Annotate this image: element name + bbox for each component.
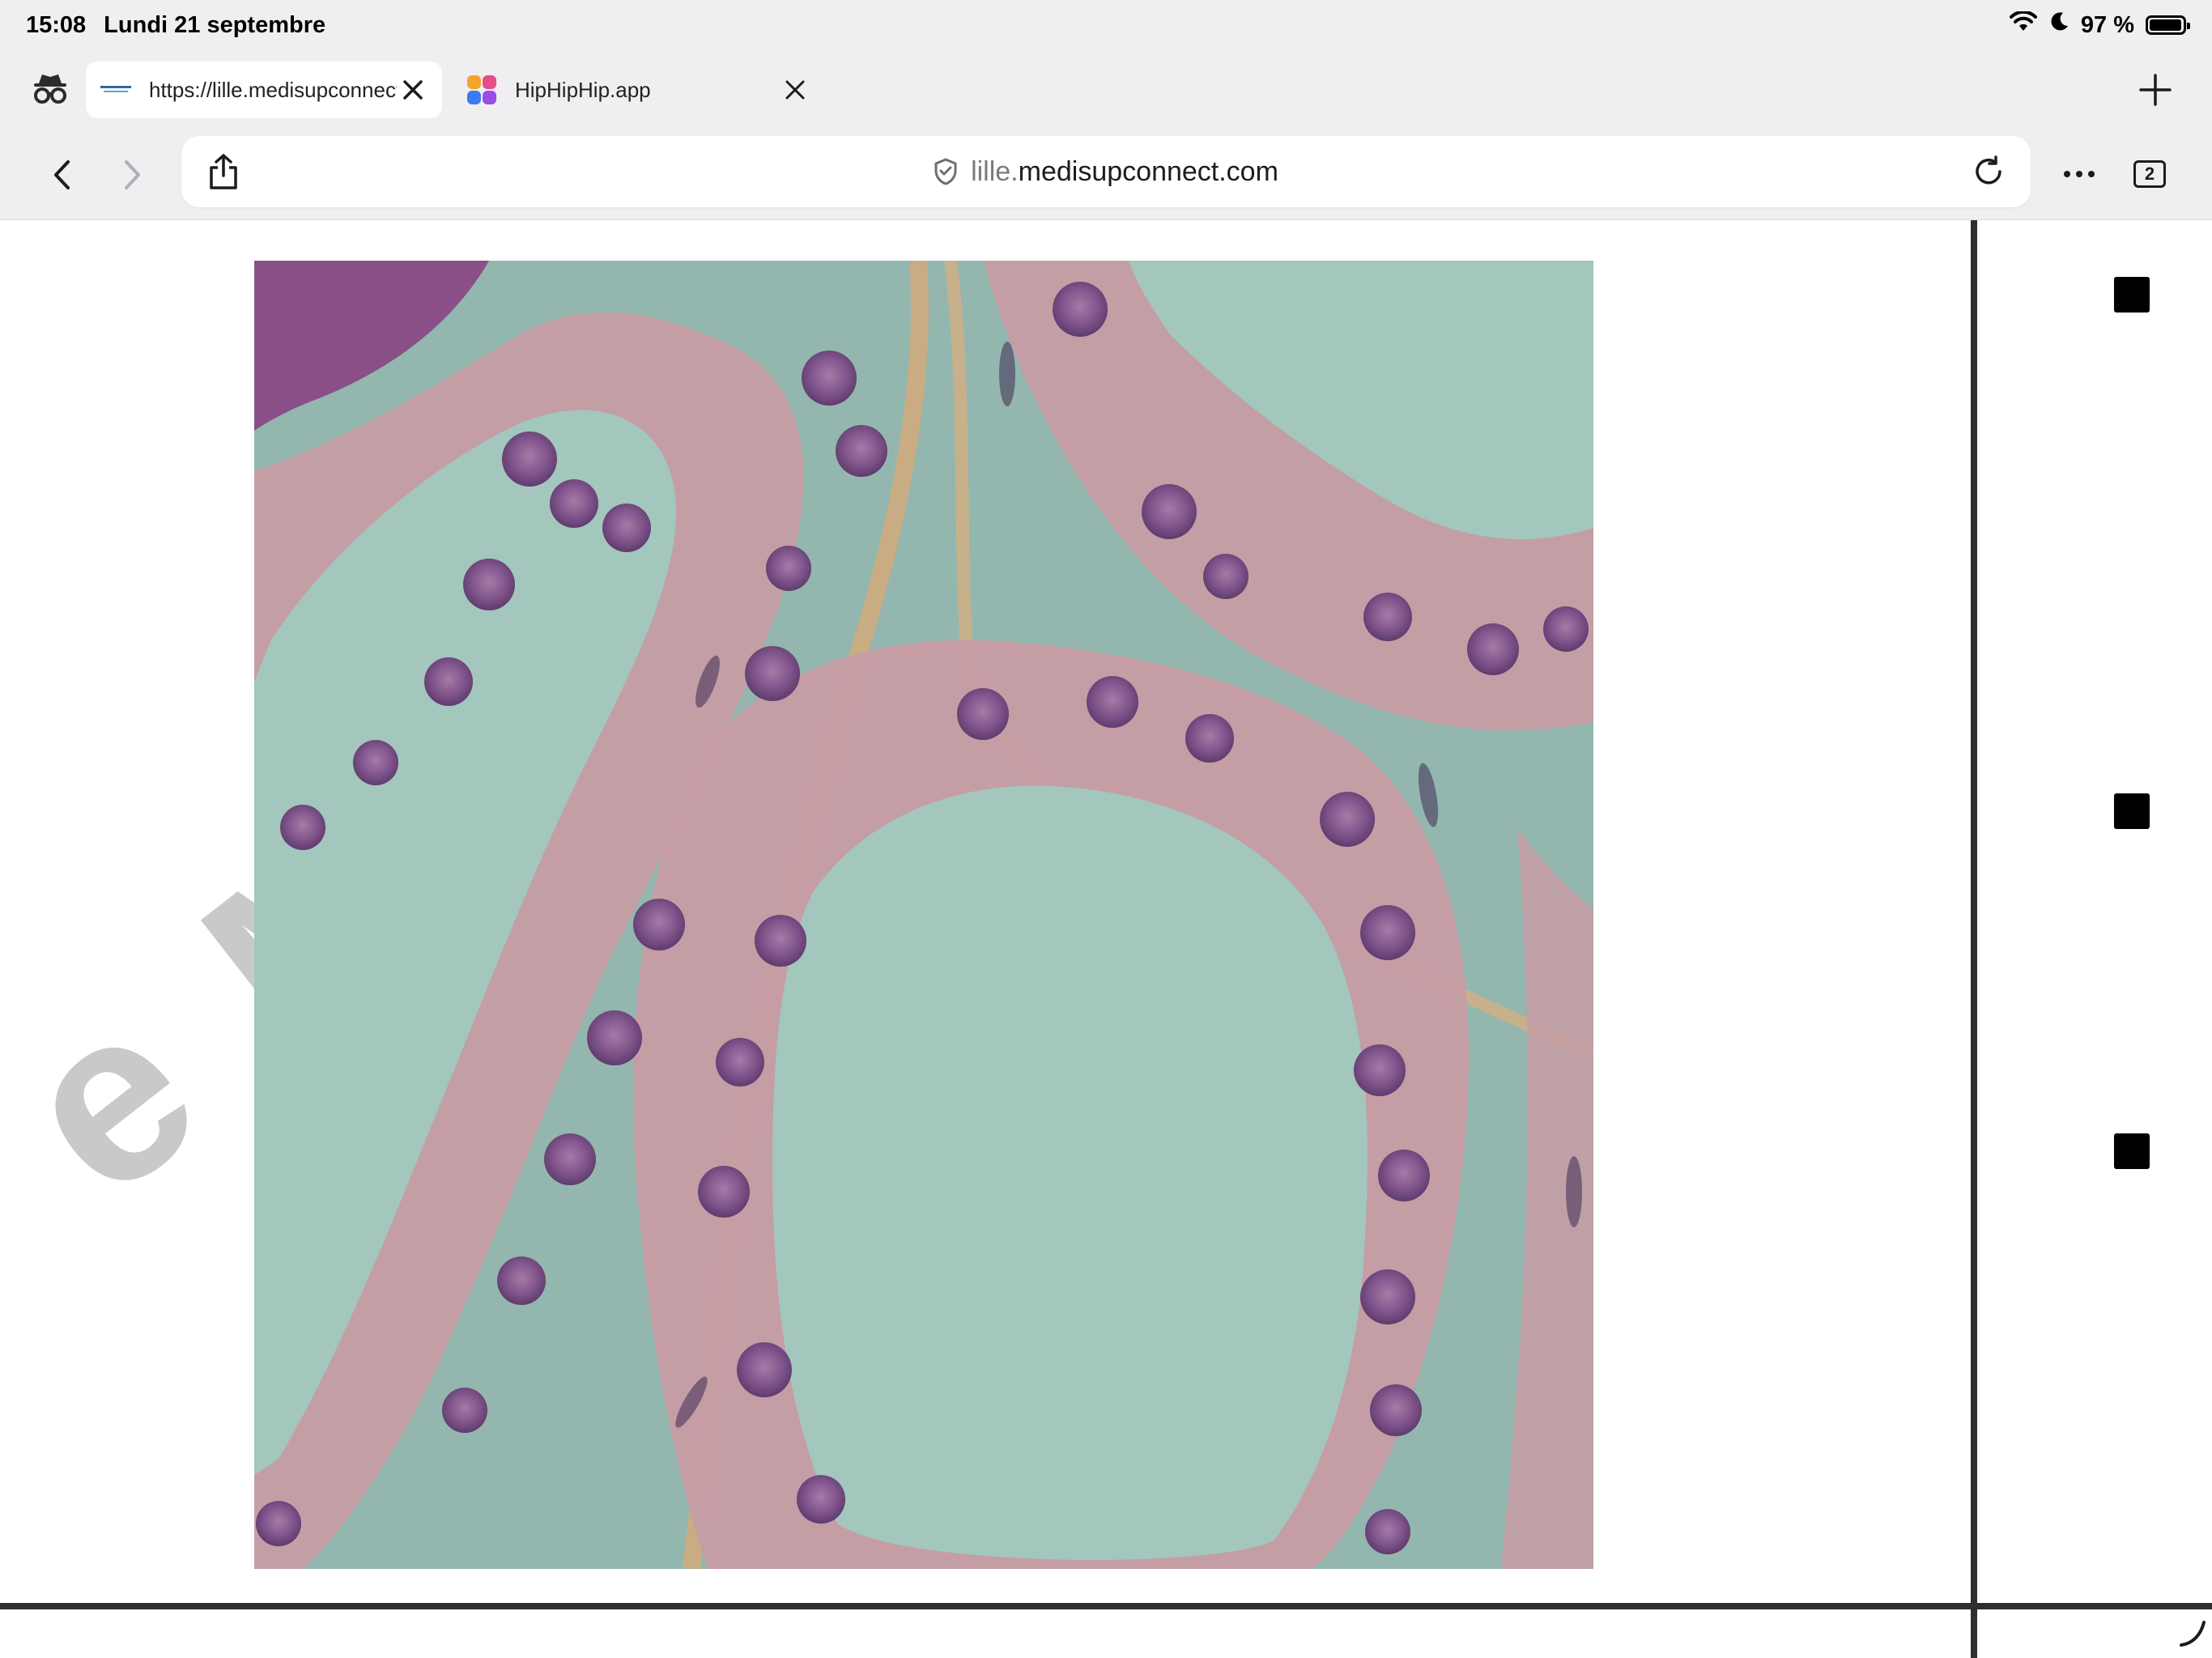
chevron-left-icon (54, 159, 70, 189)
ellipsis-icon (2064, 171, 2095, 177)
moon-icon (2048, 11, 2069, 39)
chevron-right-icon (125, 159, 140, 189)
status-date: Lundi 21 septembre (104, 11, 326, 38)
share-icon (210, 154, 237, 189)
histology-image (254, 261, 1593, 1569)
incognito-icon (32, 72, 68, 108)
tab-overview-button[interactable]: 2 (2121, 146, 2178, 202)
horizontal-divider (0, 1603, 2212, 1609)
battery-icon (2146, 15, 2190, 35)
status-right: 97 % (2009, 10, 2190, 39)
reload-icon (1976, 155, 2001, 185)
resize-handle-icon (2180, 1621, 2206, 1647)
shield-icon (934, 158, 957, 185)
url-subdomain: lille. (971, 155, 1019, 187)
page-content: e M (0, 220, 2212, 1658)
status-bar: 15:08 Lundi 21 septembre 97 % (0, 0, 2212, 50)
status-time: 15:08 (26, 11, 87, 38)
back-button[interactable] (34, 147, 91, 203)
reload-button[interactable] (1963, 146, 2014, 198)
forward-button[interactable] (104, 147, 160, 203)
bullet-marker (2114, 793, 2150, 829)
close-icon (403, 80, 423, 100)
private-browsing-button[interactable] (24, 64, 76, 116)
tab-hiphiphip[interactable]: HipHipHip.app (452, 62, 824, 118)
vertical-divider (1971, 220, 1977, 1658)
battery-percent: 97 % (2080, 11, 2134, 38)
tab-title: HipHipHip.app (515, 77, 651, 102)
more-options-button[interactable] (2053, 146, 2105, 202)
tab-medisupconnect[interactable]: https://lille.medisupconnect.com (86, 62, 442, 118)
browser-toolbar: lille.medisupconnect.com 2 (0, 130, 2212, 220)
close-tab-button[interactable] (397, 74, 429, 106)
plus-icon (2139, 74, 2172, 106)
tab-bar: https://lille.medisupconnect.com HipHipH… (0, 50, 2212, 130)
address-bar[interactable]: lille.medisupconnect.com (181, 136, 2031, 207)
share-button[interactable] (198, 146, 249, 198)
hiphiphip-favicon (465, 73, 499, 107)
close-icon (785, 80, 805, 100)
url-display[interactable]: lille.medisupconnect.com (934, 156, 1278, 188)
tab-title: https://lille.medisupconnect.com (149, 77, 397, 102)
medisup-favicon (99, 73, 133, 107)
close-tab-button[interactable] (779, 74, 811, 106)
new-tab-button[interactable] (2131, 66, 2180, 114)
tab-count: 2 (2133, 160, 2166, 188)
bullet-marker (2114, 1133, 2150, 1169)
bullet-marker (2114, 277, 2150, 312)
wifi-icon (2009, 10, 2037, 39)
url-domain: medisupconnect.com (1018, 155, 1278, 187)
